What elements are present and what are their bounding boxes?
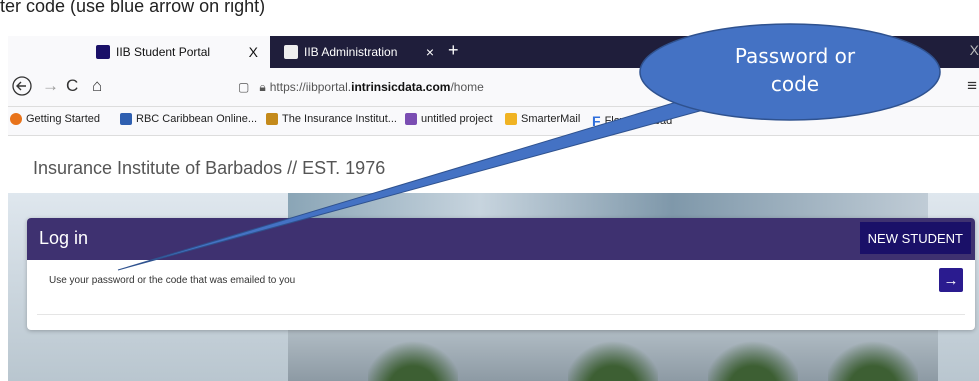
callout-line1: Password or	[734, 44, 856, 68]
callout-text: Password or code	[710, 42, 880, 98]
callout-bubble: Password or code	[640, 30, 940, 120]
callout-line2: code	[770, 72, 820, 96]
